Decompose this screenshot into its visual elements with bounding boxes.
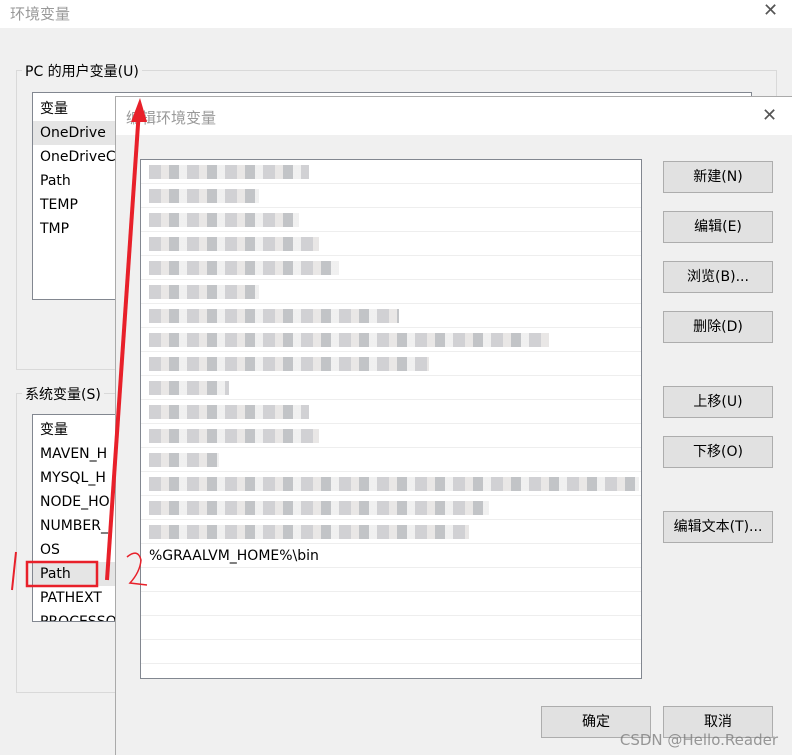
- step-2-mark: [126, 552, 148, 586]
- arrow-head-icon: [131, 98, 147, 122]
- watermark: CSDN @Hello.Reader: [619, 731, 778, 749]
- step-1-mark: [11, 551, 17, 591]
- highlight-box-path: [25, 560, 99, 588]
- annotation-arrow: [105, 109, 141, 581]
- annotation-overlay: [11, 98, 148, 591]
